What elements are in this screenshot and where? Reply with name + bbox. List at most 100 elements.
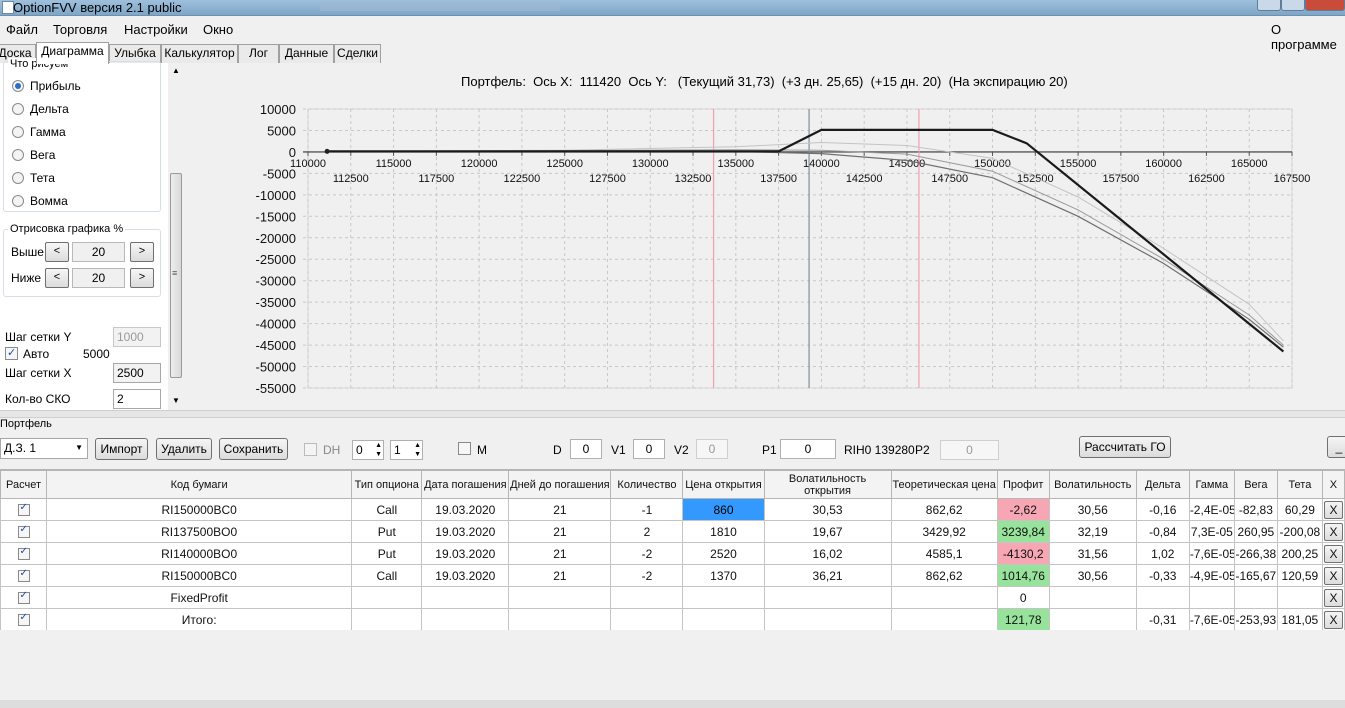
cell-open[interactable]: 860 (682, 498, 765, 521)
column-header[interactable]: Дата погашения (421, 470, 510, 499)
above-decrease-button[interactable]: < (45, 242, 69, 262)
cell-delta[interactable]: -0,84 (1135, 520, 1190, 543)
column-header[interactable]: Код бумаги (46, 470, 353, 499)
cell-profit[interactable]: 0 (996, 586, 1050, 609)
column-header[interactable]: Гамма (1188, 470, 1235, 499)
remove-row-button[interactable]: X (1323, 500, 1343, 519)
cell-type[interactable]: Put (351, 542, 423, 565)
cell-days[interactable]: 21 (508, 520, 612, 543)
cell-vega[interactable] (1233, 586, 1278, 609)
cell-gamma[interactable]: -7,6E-05 (1188, 542, 1235, 565)
cell-type[interactable] (351, 586, 423, 609)
close-button[interactable] (1305, 0, 1345, 11)
splitter[interactable] (0, 410, 1345, 418)
column-header[interactable]: Вега (1233, 470, 1278, 499)
cell-theo[interactable]: 862,62 (890, 498, 998, 521)
table-row[interactable]: RI140000BO0Put19.03.202021-2252016,02458… (0, 542, 1345, 565)
cell-days[interactable] (508, 586, 612, 609)
remove-row-button[interactable]: X (1323, 566, 1343, 585)
y-step-input[interactable]: 1000 (113, 327, 161, 347)
scroll-down-icon[interactable]: ▼ (172, 396, 180, 405)
cell-vol-open[interactable] (763, 586, 892, 609)
column-header[interactable]: Волатильность открытия (763, 470, 892, 499)
cell-open[interactable]: 1810 (682, 520, 765, 543)
minimize-button[interactable] (1257, 0, 1281, 11)
cell-vega[interactable]: -266,38 (1233, 542, 1278, 565)
cell-date[interactable]: 19.03.2020 (421, 542, 510, 565)
cell-vol-open[interactable]: 36,21 (763, 564, 892, 587)
calc-checkbox[interactable] (0, 498, 48, 521)
cell-code[interactable]: RI137500BO0 (46, 520, 353, 543)
table-row[interactable]: RI137500BO0Put19.03.2020212181019,673429… (0, 520, 1345, 543)
column-header[interactable]: Волатильность (1048, 470, 1137, 499)
sko-input[interactable]: 2 (113, 389, 161, 409)
cell-code[interactable]: Итого: (46, 608, 353, 631)
settings-scrollbar[interactable]: ▲ ≡ ▼ (168, 63, 184, 410)
menu-file[interactable]: Файл (6, 22, 38, 37)
cell-code[interactable]: FixedProfit (46, 586, 353, 609)
minimize-panel-button[interactable]: _ (1327, 436, 1345, 458)
remove-row-button[interactable]: X (1323, 588, 1343, 607)
cell-qty[interactable]: -2 (610, 542, 684, 565)
cell-type[interactable]: Call (351, 564, 423, 587)
cell-vol[interactable]: 30,56 (1048, 564, 1137, 587)
cell-theo[interactable] (890, 608, 998, 631)
cell-days[interactable]: 21 (508, 498, 612, 521)
cell-vega[interactable]: -82,83 (1233, 498, 1278, 521)
below-value[interactable]: 20 (72, 268, 125, 288)
cell-gamma[interactable] (1188, 586, 1235, 609)
cell-code[interactable]: RI140000BO0 (46, 542, 353, 565)
column-header[interactable]: Цена открытия (682, 470, 765, 499)
cell-theo[interactable] (890, 586, 998, 609)
p1-input[interactable]: 0 (780, 439, 836, 459)
cell-profit[interactable]: 121,78 (996, 608, 1050, 631)
cell-qty[interactable]: 2 (610, 520, 684, 543)
calc-checkbox[interactable] (0, 564, 48, 587)
cell-open[interactable] (682, 586, 765, 609)
cell-theo[interactable]: 862,62 (890, 564, 998, 587)
column-header[interactable]: X (1321, 470, 1345, 499)
above-increase-button[interactable]: > (130, 242, 154, 262)
cell-vega[interactable]: -165,67 (1233, 564, 1278, 587)
cell-theta[interactable]: 120,59 (1276, 564, 1323, 587)
auto-checkbox[interactable] (5, 346, 18, 360)
column-header[interactable]: Тета (1276, 470, 1323, 499)
cell-date[interactable] (421, 608, 510, 631)
above-value[interactable]: 20 (72, 242, 125, 262)
cell-vol[interactable]: 32,19 (1048, 520, 1137, 543)
calc-checkbox[interactable] (0, 520, 48, 543)
cell-code[interactable]: RI150000BC0 (46, 498, 353, 521)
v2-input[interactable]: 0 (696, 439, 728, 459)
maximize-button[interactable] (1281, 0, 1305, 11)
cell-gamma[interactable]: -2,4E-05 (1188, 498, 1235, 521)
cell-delta[interactable]: -0,33 (1135, 564, 1190, 587)
table-row[interactable]: Итого: 121,78 -0,31-7,6E-05-253,93181,05X (0, 608, 1345, 631)
cell-vol-open[interactable]: 30,53 (763, 498, 892, 521)
column-header[interactable]: Профит (996, 470, 1050, 499)
column-header[interactable]: Дельта (1135, 470, 1190, 499)
cell-profit[interactable]: 1014,76 (996, 564, 1050, 587)
horizontal-scrollbar[interactable] (0, 700, 1345, 708)
tab-log[interactable]: Лог (238, 44, 279, 63)
calc-checkbox[interactable] (0, 542, 48, 565)
save-button[interactable]: Сохранить (219, 438, 288, 460)
cell-vol[interactable]: 31,56 (1048, 542, 1137, 565)
cell-vol-open[interactable]: 16,02 (763, 542, 892, 565)
cell-gamma[interactable]: -4,9E-05 (1188, 564, 1235, 587)
cell-vol[interactable] (1048, 586, 1137, 609)
account-select[interactable]: Д.З. 1 ▼ (0, 438, 88, 459)
m-checkbox[interactable] (458, 442, 471, 455)
column-header[interactable]: Расчет (0, 470, 48, 499)
cell-gamma[interactable]: -7,6E-05 (1188, 608, 1235, 631)
cell-qty[interactable] (610, 586, 684, 609)
v1-input[interactable]: 0 (633, 439, 665, 459)
cell-theta[interactable]: -200,08 (1276, 520, 1323, 543)
x-step-input[interactable]: 2500 (113, 363, 161, 383)
delete-button[interactable]: Удалить (156, 438, 212, 460)
cell-open[interactable] (682, 608, 765, 631)
cell-date[interactable]: 19.03.2020 (421, 520, 510, 543)
remove-row-button[interactable]: X (1323, 544, 1343, 563)
cell-days[interactable]: 21 (508, 564, 612, 587)
cell-vol-open[interactable]: 19,67 (763, 520, 892, 543)
column-header[interactable]: Теоретическая цена (890, 470, 998, 499)
